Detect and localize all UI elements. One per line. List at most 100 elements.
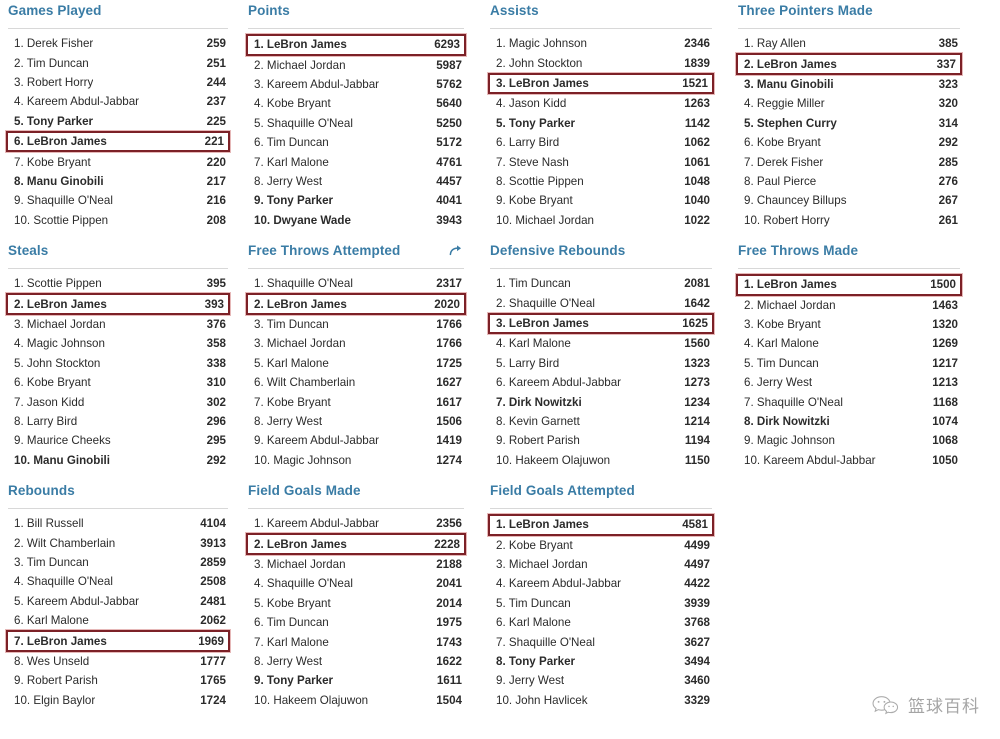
leader-row[interactable]: 7. Kobe Bryant 1617	[248, 392, 464, 411]
leader-row[interactable]: 6. Tim Duncan 5172	[248, 133, 464, 152]
leader-row[interactable]: 1. Bill Russell 4104	[8, 514, 228, 533]
leader-row[interactable]: 10. Elgin Baylor 1724	[8, 691, 228, 710]
leader-row[interactable]: 3. Michael Jordan 4497	[490, 555, 712, 574]
leader-row[interactable]: 6. Karl Malone 3768	[490, 613, 712, 632]
leader-row[interactable]: 7. Dirk Nowitzki 1234	[490, 392, 712, 411]
leader-row[interactable]: 2. Michael Jordan 5987	[248, 56, 464, 75]
leader-row[interactable]: 9. Kobe Bryant 1040	[490, 191, 712, 210]
leader-row[interactable]: 5. Karl Malone 1725	[248, 354, 464, 373]
leader-row[interactable]: 1. Magic Johnson 2346	[490, 34, 712, 53]
leader-row[interactable]: 2. Tim Duncan 251	[8, 53, 228, 72]
leader-row[interactable]: 4. Kareem Abdul-Jabbar 237	[8, 92, 228, 111]
leader-row[interactable]: 10. Hakeem Olajuwon 1150	[490, 451, 712, 470]
leader-row[interactable]: 9. Chauncey Billups 267	[738, 191, 960, 210]
leader-row[interactable]: 5. Shaquille O'Neal 5250	[248, 114, 464, 133]
leader-row[interactable]: 10. Kareem Abdul-Jabbar 1050	[738, 451, 960, 470]
leader-row[interactable]: 5. Kobe Bryant 2014	[248, 594, 464, 613]
leader-row-highlighted[interactable]: 1. LeBron James 6293	[245, 33, 467, 57]
leader-row[interactable]: 2. John Stockton 1839	[490, 53, 712, 72]
leader-row[interactable]: 10. Magic Johnson 1274	[248, 451, 464, 470]
leader-row[interactable]: 3. Kareem Abdul-Jabbar 5762	[248, 75, 464, 94]
leader-row-highlighted[interactable]: 2. LeBron James 393	[5, 292, 231, 316]
leader-row-highlighted[interactable]: 3. LeBron James 1625	[487, 311, 715, 336]
leader-row[interactable]: 9. Jerry West 3460	[490, 671, 712, 690]
leader-row[interactable]: 10. Manu Ginobili 292	[8, 451, 228, 470]
leader-row[interactable]: 3. Kobe Bryant 1320	[738, 315, 960, 334]
leader-row[interactable]: 7. Kobe Bryant 220	[8, 152, 228, 171]
leader-row[interactable]: 10. Hakeem Olajuwon 1504	[248, 691, 464, 710]
leader-row[interactable]: 5. Kareem Abdul-Jabbar 2481	[8, 592, 228, 611]
leader-row[interactable]: 8. Wes Unseld 1777	[8, 652, 228, 671]
leader-row[interactable]: 6. Karl Malone 2062	[8, 611, 228, 630]
leader-row[interactable]: 4. Karl Malone 1560	[490, 334, 712, 353]
leader-row[interactable]: 3. Tim Duncan 2859	[8, 553, 228, 572]
leader-row[interactable]: 7. Steve Nash 1061	[490, 152, 712, 171]
leader-row[interactable]: 7. Karl Malone 4761	[248, 152, 464, 171]
leader-row[interactable]: 3. Michael Jordan 2188	[248, 555, 464, 574]
leader-row[interactable]: 6. Kobe Bryant 310	[8, 373, 228, 392]
leader-row[interactable]: 4. Kobe Bryant 5640	[248, 94, 464, 113]
leader-row[interactable]: 8. Kevin Garnett 1214	[490, 412, 712, 431]
leader-row[interactable]: 5. Tony Parker 225	[8, 112, 228, 131]
leader-row[interactable]: 7. Karl Malone 1743	[248, 632, 464, 651]
leader-row[interactable]: 8. Scottie Pippen 1048	[490, 172, 712, 191]
leader-row[interactable]: 3. Michael Jordan 376	[8, 315, 228, 334]
leader-row[interactable]: 8. Dirk Nowitzki 1074	[738, 412, 960, 431]
leader-row[interactable]: 9. Robert Parish 1765	[8, 671, 228, 690]
leader-row[interactable]: 7. Derek Fisher 285	[738, 152, 960, 171]
leader-row[interactable]: 9. Tony Parker 1611	[248, 671, 464, 690]
leader-row[interactable]: 2. Kobe Bryant 4499	[490, 536, 712, 555]
leader-row[interactable]: 9. Magic Johnson 1068	[738, 431, 960, 450]
leader-row[interactable]: 1. Kareem Abdul-Jabbar 2356	[248, 514, 464, 533]
leader-row[interactable]: 4. Shaquille O'Neal 2508	[8, 572, 228, 591]
leader-row[interactable]: 3. Tim Duncan 1766	[248, 315, 464, 334]
leader-row[interactable]: 4. Karl Malone 1269	[738, 334, 960, 353]
leader-row-highlighted[interactable]: 1. LeBron James 4581	[487, 513, 715, 537]
leader-row[interactable]: 5. Stephen Curry 314	[738, 114, 960, 133]
leader-row[interactable]: 4. Reggie Miller 320	[738, 94, 960, 113]
leader-row[interactable]: 10. Robert Horry 261	[738, 211, 960, 230]
leader-row-highlighted[interactable]: 6. LeBron James 221	[5, 129, 231, 154]
leader-row[interactable]: 1. Shaquille O'Neal 2317	[248, 274, 464, 293]
leader-row[interactable]: 3. Robert Horry 244	[8, 73, 228, 92]
leader-row[interactable]: 4. Kareem Abdul-Jabbar 4422	[490, 574, 712, 593]
leader-row[interactable]: 7. Shaquille O'Neal 1168	[738, 392, 960, 411]
leader-row[interactable]: 7. Shaquille O'Neal 3627	[490, 632, 712, 651]
leader-row[interactable]: 1. Scottie Pippen 395	[8, 274, 228, 293]
share-arrow-icon[interactable]	[448, 242, 464, 258]
leader-row-highlighted[interactable]: 7. LeBron James 1969	[5, 629, 231, 653]
leader-row[interactable]: 8. Larry Bird 296	[8, 412, 228, 431]
leader-row[interactable]: 4. Jason Kidd 1263	[490, 94, 712, 113]
leader-row-highlighted[interactable]: 3. LeBron James 1521	[487, 71, 715, 96]
leader-row[interactable]: 1. Tim Duncan 2081	[490, 274, 712, 293]
leader-row[interactable]: 2. Michael Jordan 1463	[738, 296, 960, 315]
leader-row[interactable]: 4. Shaquille O'Neal 2041	[248, 574, 464, 593]
leader-row[interactable]: 9. Tony Parker 4041	[248, 191, 464, 210]
leader-row[interactable]: 1. Derek Fisher 259	[8, 34, 228, 53]
leader-row[interactable]: 3. Manu Ginobili 323	[738, 75, 960, 94]
leader-row-highlighted[interactable]: 1. LeBron James 1500	[735, 273, 963, 297]
leader-row[interactable]: 6. Jerry West 1213	[738, 373, 960, 392]
leader-row[interactable]: 2. Shaquille O'Neal 1642	[490, 293, 712, 312]
leader-row[interactable]: 6. Tim Duncan 1975	[248, 613, 464, 632]
leader-row[interactable]: 6. Larry Bird 1062	[490, 133, 712, 152]
leader-row[interactable]: 9. Shaquille O'Neal 216	[8, 191, 228, 210]
leader-row[interactable]: 10. Michael Jordan 1022	[490, 211, 712, 230]
leader-row[interactable]: 8. Tony Parker 3494	[490, 652, 712, 671]
leader-row[interactable]: 7. Jason Kidd 302	[8, 392, 228, 411]
leader-row[interactable]: 8. Paul Pierce 276	[738, 172, 960, 191]
leader-row[interactable]: 10. Scottie Pippen 208	[8, 211, 228, 230]
leader-row[interactable]: 6. Kareem Abdul-Jabbar 1273	[490, 373, 712, 392]
leader-row[interactable]: 8. Jerry West 1622	[248, 652, 464, 671]
leader-row[interactable]: 1. Ray Allen 385	[738, 34, 960, 53]
leader-row[interactable]: 2. Wilt Chamberlain 3913	[8, 533, 228, 552]
leader-row-highlighted[interactable]: 2. LeBron James 2020	[245, 292, 467, 316]
leader-row[interactable]: 5. Larry Bird 1323	[490, 354, 712, 373]
leader-row[interactable]: 5. Tim Duncan 1217	[738, 354, 960, 373]
leader-row[interactable]: 6. Wilt Chamberlain 1627	[248, 373, 464, 392]
leader-row-highlighted[interactable]: 2. LeBron James 337	[735, 52, 963, 76]
leader-row[interactable]: 9. Kareem Abdul-Jabbar 1419	[248, 431, 464, 450]
leader-row[interactable]: 10. John Havlicek 3329	[490, 691, 712, 710]
leader-row[interactable]: 8. Manu Ginobili 217	[8, 172, 228, 191]
leader-row[interactable]: 10. Dwyane Wade 3943	[248, 211, 464, 230]
